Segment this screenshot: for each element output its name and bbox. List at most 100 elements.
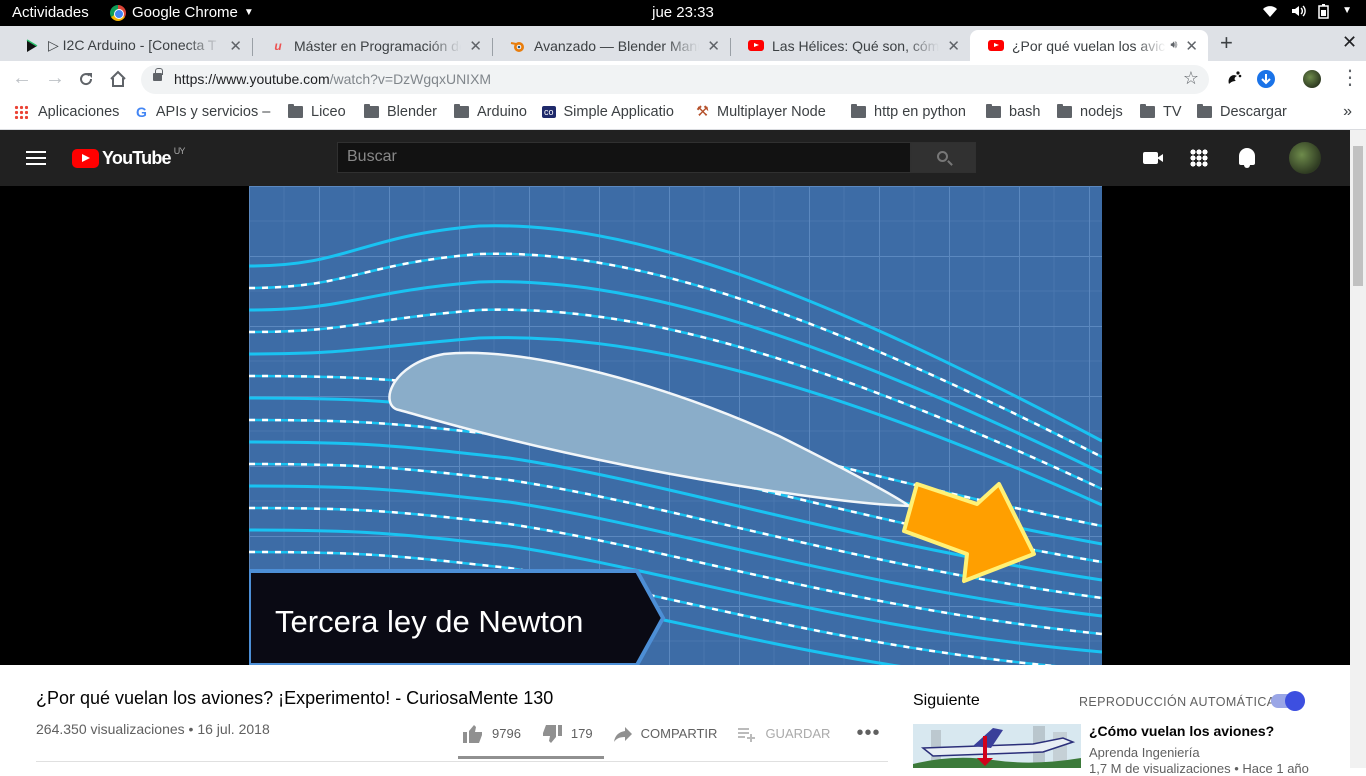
folder-icon xyxy=(1057,104,1072,118)
autoplay-label: REPRODUCCIÓN AUTOMÁTICA xyxy=(1079,695,1276,709)
address-bar[interactable]: https://www.youtube.com/watch?v=DzWgqxUN… xyxy=(141,65,1209,94)
close-window-button[interactable]: ✕ xyxy=(1342,32,1357,53)
folder-icon xyxy=(1197,104,1212,118)
new-tab-button[interactable]: + xyxy=(1220,30,1233,56)
more-bookmarks-icon[interactable]: » xyxy=(1343,103,1352,121)
tab-title: Máster en Programación de xyxy=(294,37,462,54)
bookmark-star-icon[interactable]: ☆ xyxy=(1183,68,1199,89)
like-dislike-bar xyxy=(458,756,604,759)
bookmark-label: Aplicaciones xyxy=(38,104,120,120)
search-icon xyxy=(937,151,948,162)
tab-por-que-vuelan[interactable]: ¿Por qué vuelan los avic 🔊︎ ✕ xyxy=(970,30,1208,61)
forward-button[interactable]: → xyxy=(45,67,65,90)
bookmark-arduino[interactable]: Arduino xyxy=(454,104,527,120)
url-text[interactable]: https://www.youtube.com/watch?v=DzWgqxUN… xyxy=(174,71,491,87)
hamburger-menu-icon[interactable] xyxy=(26,151,46,165)
clock[interactable]: jue 23:33 xyxy=(0,4,1366,21)
apps-grid-icon xyxy=(14,105,28,119)
udemy-icon: u xyxy=(274,38,282,53)
bookmark-apis-y-servicios[interactable]: G APIs y servicios – xyxy=(136,104,270,120)
thumbs-down-icon xyxy=(542,724,562,743)
recommended-channel-name[interactable]: Aprenda Ingeniería xyxy=(1089,745,1200,760)
arduino-play-icon xyxy=(24,38,40,54)
save-button[interactable]: GUARDAR xyxy=(737,726,830,742)
like-button[interactable]: 9796 xyxy=(462,724,521,744)
youtube-header: YouTube UY Buscar xyxy=(0,130,1350,186)
bookmark-multiplayer-node[interactable]: ⚒ Multiplayer Node xyxy=(696,104,826,120)
search-input[interactable]: Buscar xyxy=(337,142,911,173)
folder-icon xyxy=(454,104,469,118)
back-button[interactable]: ← xyxy=(12,67,32,90)
wifi-icon xyxy=(1263,6,1278,17)
bookmark-simple-applicatio[interactable]: co Simple Applicatio xyxy=(542,104,674,120)
co-icon: co xyxy=(542,106,556,118)
close-tab-icon[interactable]: ✕ xyxy=(947,37,960,55)
bookmark-liceo[interactable]: Liceo xyxy=(288,104,346,120)
bookmark-label: Descargar xyxy=(1220,104,1287,120)
caret-down-icon: ▼ xyxy=(1342,5,1352,16)
bookmark-label: APIs y servicios – xyxy=(155,104,271,120)
close-tab-icon[interactable]: ✕ xyxy=(469,37,482,55)
bookmark-label: nodejs xyxy=(1080,104,1123,120)
close-tab-icon[interactable]: ✕ xyxy=(707,37,720,55)
browser-toolbar: ← → https://www.youtube.com/watch?v=DzWg… xyxy=(0,61,1366,98)
video-player[interactable]: Tercera ley de Newton xyxy=(249,186,1102,665)
folder-icon xyxy=(288,104,303,118)
page-scrollbar[interactable] xyxy=(1350,130,1366,768)
extension-gnome-icon[interactable] xyxy=(1225,70,1243,88)
bookmark-bash[interactable]: bash xyxy=(986,104,1040,120)
close-tab-icon[interactable]: ✕ xyxy=(1185,37,1198,55)
axe-icon: ⚒ xyxy=(696,104,709,120)
system-status[interactable]: ▼ xyxy=(1262,3,1352,19)
bookmark-descargar[interactable]: Descargar xyxy=(1197,104,1287,120)
bookmark-label: TV xyxy=(1163,104,1182,120)
bookmark-http-en-python[interactable]: http en python xyxy=(851,104,966,120)
bookmark-label: Liceo xyxy=(311,104,346,120)
search-button[interactable] xyxy=(911,142,976,173)
tab-strip: ▷ I2C Arduino - [Conecta T ✕ u Máster en… xyxy=(0,26,1366,61)
notifications-bell-icon[interactable] xyxy=(1239,148,1255,168)
bookmark-label: Simple Applicatio xyxy=(563,104,674,120)
close-tab-icon[interactable]: ✕ xyxy=(229,37,242,55)
create-video-icon[interactable] xyxy=(1143,152,1163,164)
recommended-video-title[interactable]: ¿Cómo vuelan los aviones? xyxy=(1089,723,1274,739)
bookmark-tv[interactable]: TV xyxy=(1140,104,1182,120)
tab-las-helices[interactable]: Las Hélices: Qué son, cóm ✕ xyxy=(730,30,970,61)
video-title: ¿Por qué vuelan los aviones? ¡Experiment… xyxy=(36,688,554,708)
lock-icon[interactable] xyxy=(153,68,163,81)
share-button[interactable]: COMPARTIR xyxy=(613,725,717,743)
like-count: 9796 xyxy=(492,726,521,741)
volume-icon xyxy=(1292,5,1306,17)
profile-avatar[interactable] xyxy=(1303,70,1321,88)
apps-grid-icon[interactable] xyxy=(1190,149,1208,167)
bookmark-blender[interactable]: Blender xyxy=(364,104,437,120)
tab-blender-manual[interactable]: Avanzado — Blender Manu ✕ xyxy=(492,30,730,61)
share-arrow-icon xyxy=(613,726,632,742)
account-avatar[interactable] xyxy=(1289,142,1321,174)
bookmark-aplicaciones[interactable]: Aplicaciones xyxy=(14,104,119,120)
chrome-menu-icon[interactable]: ⋮ xyxy=(1340,65,1360,90)
youtube-play-logo-icon xyxy=(72,149,99,168)
folder-icon xyxy=(364,104,379,118)
reload-button[interactable] xyxy=(78,71,94,87)
recommended-thumbnail[interactable] xyxy=(913,724,1081,768)
more-actions-button[interactable]: ••• xyxy=(856,722,880,745)
home-button[interactable] xyxy=(109,70,127,88)
tab-title: ¿Por qué vuelan los avic xyxy=(1012,37,1166,54)
tab-i2c-arduino[interactable]: ▷ I2C Arduino - [Conecta T ✕ xyxy=(6,30,252,61)
blender-icon xyxy=(510,38,526,54)
battery-icon xyxy=(1318,4,1329,19)
tab-master-programacion[interactable]: u Máster en Programación de ✕ xyxy=(252,30,492,61)
youtube-icon xyxy=(988,38,1004,54)
save-label: GUARDAR xyxy=(765,726,831,741)
bookmark-nodejs[interactable]: nodejs xyxy=(1057,104,1123,120)
autoplay-toggle[interactable] xyxy=(1271,691,1305,711)
bookmarks-bar: Aplicaciones G APIs y servicios – Liceo Blen… xyxy=(0,98,1366,130)
download-extension-icon[interactable] xyxy=(1257,70,1275,88)
dislike-button[interactable]: 179 xyxy=(541,724,593,744)
up-next-label: Siguiente xyxy=(913,692,980,709)
tab-title: Avanzado — Blender Manu xyxy=(534,37,700,54)
audio-playing-icon[interactable]: 🔊︎ xyxy=(1170,39,1177,52)
youtube-logo-text: YouTube xyxy=(102,148,172,168)
youtube-logo[interactable]: YouTube UY xyxy=(72,146,185,169)
